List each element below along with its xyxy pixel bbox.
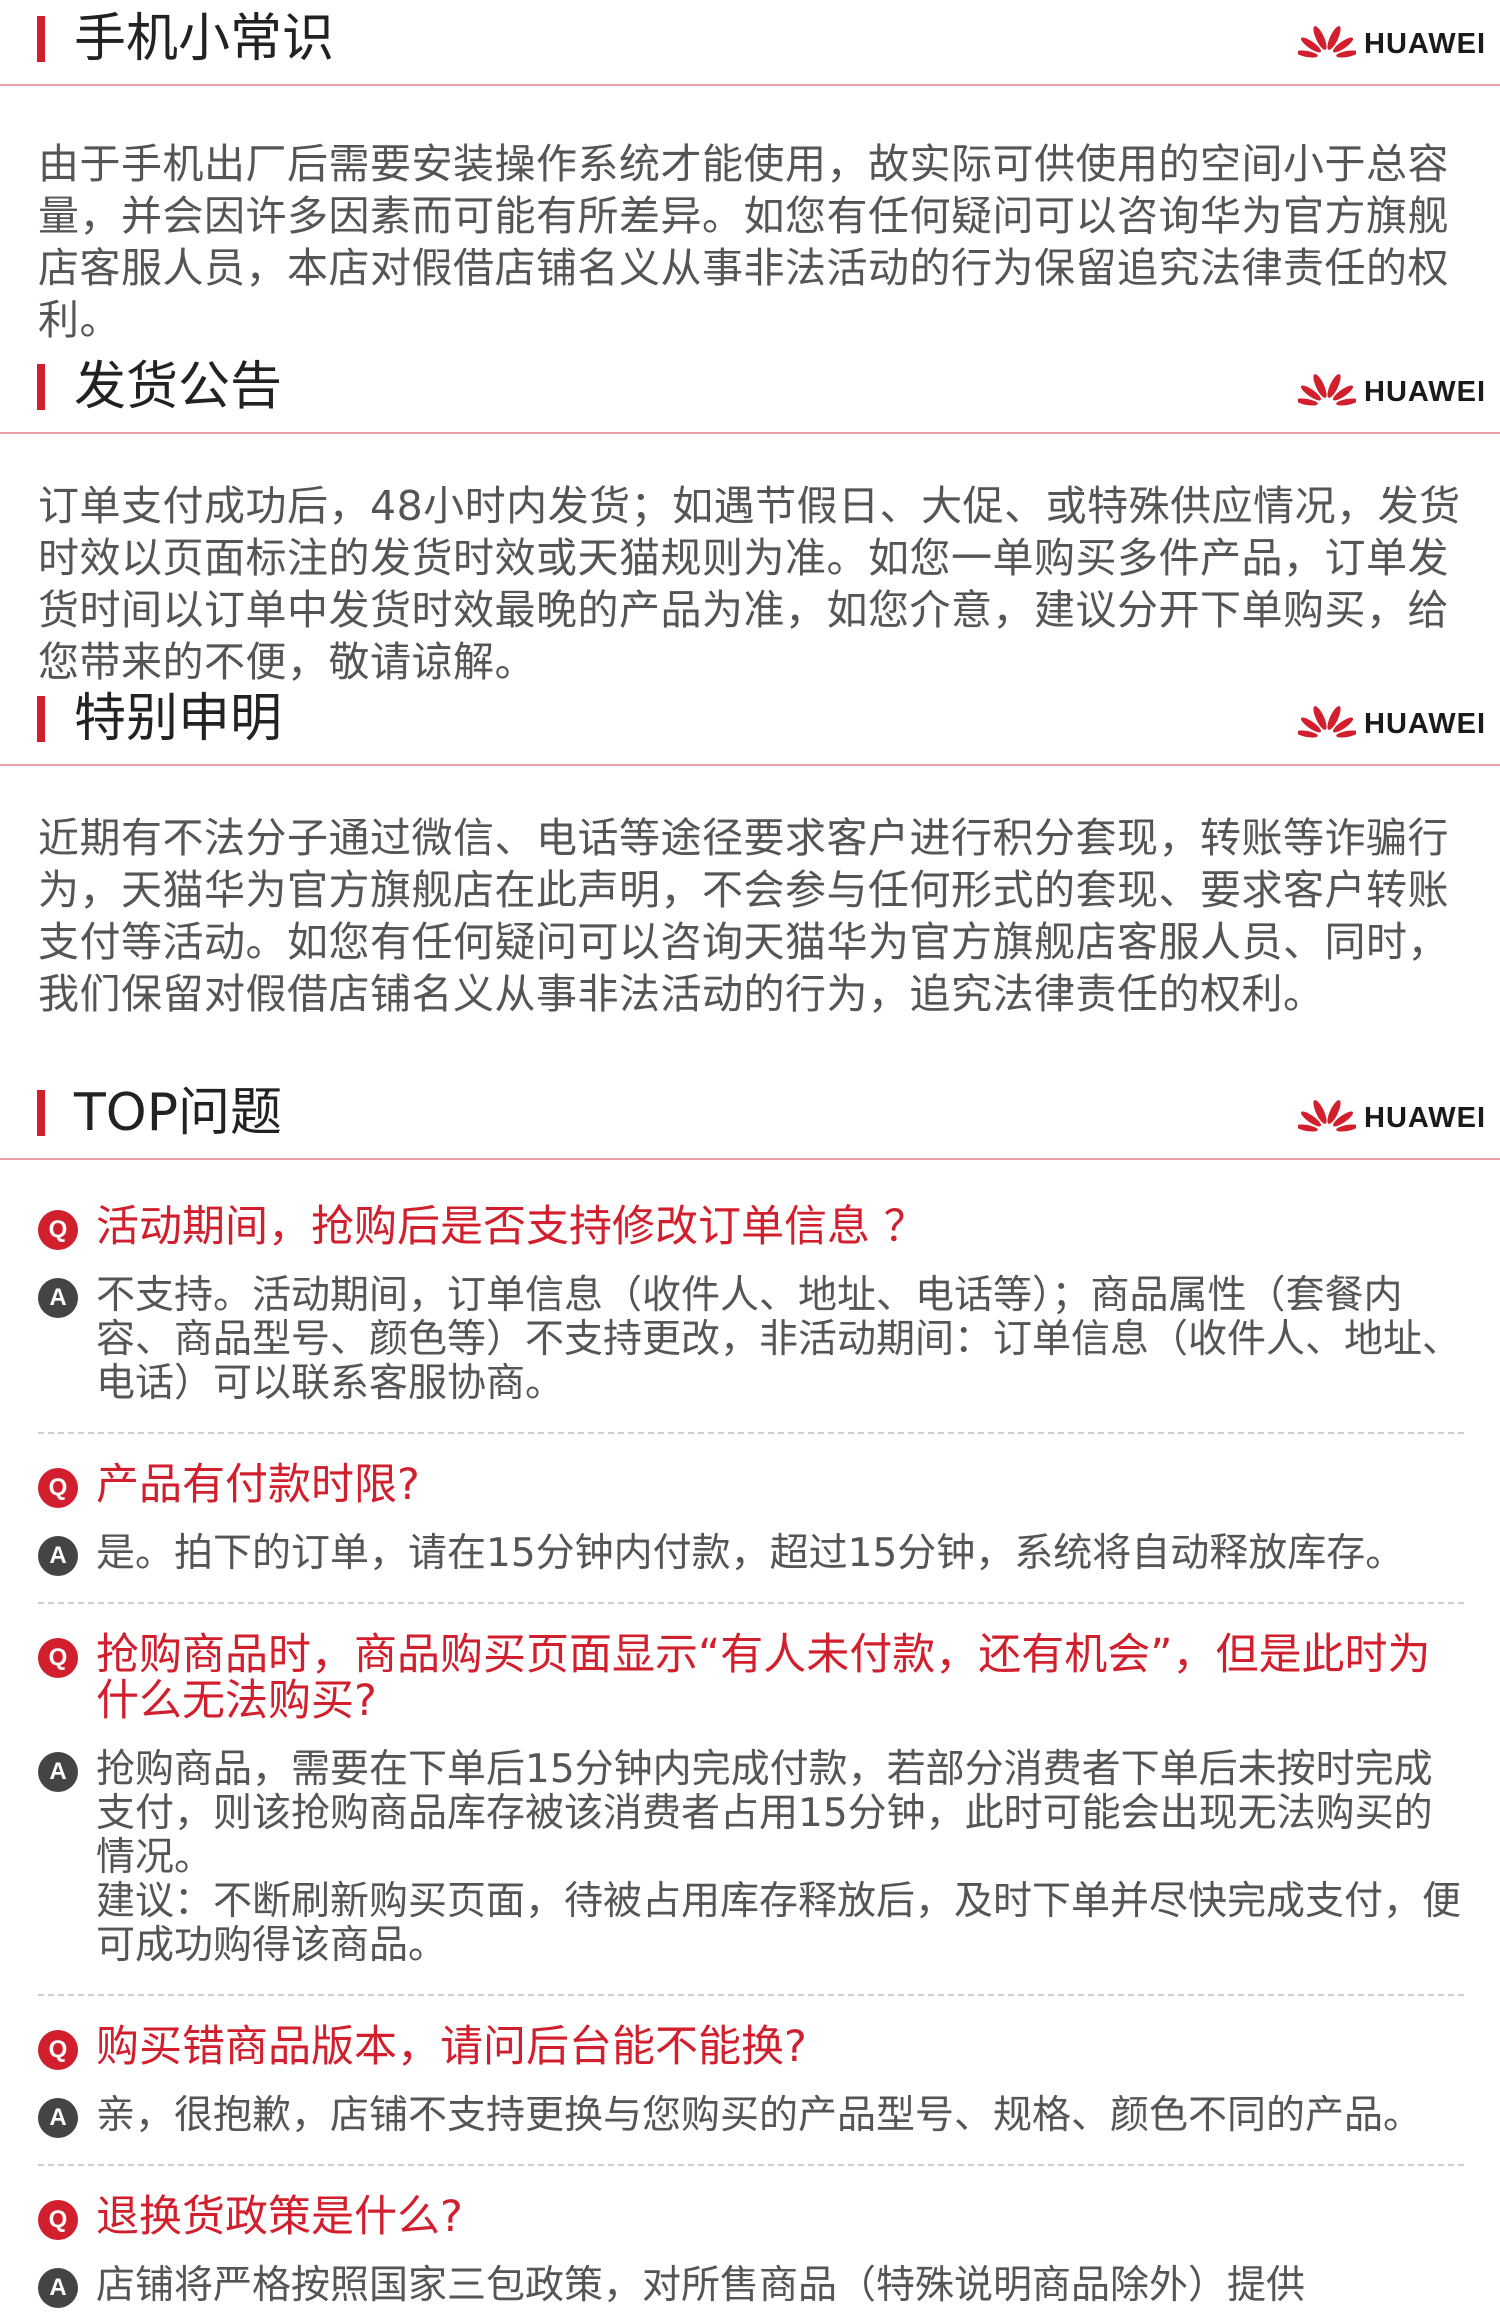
section-title: 手机小常识 xyxy=(74,9,335,69)
answer-text: 店铺将严格按照国家三包政策，对所售商品（特殊说明商品除外）提供 xyxy=(96,2264,1305,2308)
faq-list: Q 活动期间，抢购后是否支持修改订单信息 ？ A 不支持。活动期间，订单信息（收… xyxy=(0,1160,1500,2322)
huawei-brand: HUAWEI xyxy=(1298,1098,1486,1138)
huawei-brand: HUAWEI xyxy=(1298,704,1486,744)
answer-icon: A xyxy=(38,2268,78,2308)
huawei-logo-icon xyxy=(1298,374,1356,406)
section-body: 由于手机出厂后需要安装操作系统才能使用，故实际可供使用的空间小于总容量，并会因许… xyxy=(38,140,1449,344)
faq-question: Q 退换货政策是什么? xyxy=(38,2194,1464,2240)
question-icon: Q xyxy=(38,1638,78,1678)
section-body: 订单支付成功后，48小时内发货；如遇节假日、大促、或特殊供应情况，发货时效以页面… xyxy=(38,482,1461,686)
question-icon: Q xyxy=(38,2030,78,2070)
section-header-tips: 手机小常识 HUAWEI xyxy=(0,0,1500,86)
section-marker xyxy=(37,16,45,62)
section-title: 发货公告 xyxy=(74,357,283,417)
question-text: 购买错商品版本，请问后台能不能换? xyxy=(96,2022,807,2072)
answer-line: 店铺将严格按照国家三包政策，对所售商品（特殊说明商品除外）提供 xyxy=(96,2263,1306,2308)
answer-line: 亲，很抱歉，店铺不支持更换与您购买的产品型号、规格、颜色不同的产品。 xyxy=(96,2093,1423,2138)
faq-item: Q 抢购商品时，商品购买页面显示“有人未付款，还有机会”，但是此时为什么无法购买… xyxy=(38,1604,1464,1996)
section-header-shipping: 发货公告 HUAWEI xyxy=(0,348,1500,434)
huawei-brand: HUAWEI xyxy=(1298,24,1486,64)
answer-text: 不支持。活动期间，订单信息（收件人、地址、电话等）；商品属性（套餐内容、商品型号… xyxy=(96,1274,1464,1406)
brand-name: HUAWEI xyxy=(1364,27,1486,60)
section-body: 近期有不法分子通过微信、电话等途径要求客户进行积分套现，转账等诈骗行为，天猫华为… xyxy=(38,814,1449,1018)
faq-item: Q 活动期间，抢购后是否支持修改订单信息 ？ A 不支持。活动期间，订单信息（收… xyxy=(38,1160,1464,1434)
brand-name: HUAWEI xyxy=(1364,707,1486,740)
faq-item: Q 产品有付款时限? A 是。拍下的订单，请在15分钟内付款，超过15分钟，系统… xyxy=(38,1434,1464,1604)
brand-name: HUAWEI xyxy=(1364,1101,1486,1134)
section-header-statement: 特别申明 HUAWEI xyxy=(0,680,1500,766)
answer-text: 亲，很抱歉，店铺不支持更换与您购买的产品型号、规格、颜色不同的产品。 xyxy=(96,2094,1422,2138)
answer-text: 是。拍下的订单，请在15分钟内付款，超过15分钟，系统将自动释放库存。 xyxy=(96,1532,1404,1576)
question-text: 抢购商品时，商品购买页面显示“有人未付款，还有机会”，但是此时为什么无法购买? xyxy=(96,1630,1431,1726)
faq-item: Q 购买错商品版本，请问后台能不能换? A 亲，很抱歉，店铺不支持更换与您购买的… xyxy=(38,1996,1464,2166)
section-marker xyxy=(37,1090,45,1136)
answer-icon: A xyxy=(38,2098,78,2138)
section-marker xyxy=(37,364,45,410)
faq-question: Q 抢购商品时，商品购买页面显示“有人未付款，还有机会”，但是此时为什么无法购买… xyxy=(38,1632,1464,1724)
section-title: TOP问题 xyxy=(74,1083,283,1143)
page: 手机小常识 HUAWEI 由于手机出厂后需要安装操作系统才能使用，故实际可供使用… xyxy=(0,0,1500,2322)
answer-icon: A xyxy=(38,1752,78,1792)
question-text: 活动期间，抢购后是否支持修改订单信息 ？ xyxy=(96,1202,927,1252)
answer-line: 建议：不断刷新购买页面，待被占用库存释放后，及时下单并尽快完成支付，便可成功购得… xyxy=(96,1879,1462,1968)
faq-answer: A 抢购商品，需要在下单后15分钟内完成付款，若部分消费者下单后未按时完成支付，… xyxy=(38,1748,1464,1968)
answer-text: 抢购商品，需要在下单后15分钟内完成付款，若部分消费者下单后未按时完成支付，则该… xyxy=(96,1748,1464,1968)
section-title: 特别申明 xyxy=(74,689,283,749)
answer-line: 是。拍下的订单，请在15分钟内付款，超过15分钟，系统将自动释放库存。 xyxy=(96,1531,1405,1576)
answer-icon: A xyxy=(38,1278,78,1318)
huawei-logo-icon xyxy=(1298,26,1356,58)
faq-answer: A 店铺将严格按照国家三包政策，对所售商品（特殊说明商品除外）提供 xyxy=(38,2264,1464,2308)
faq-answer: A 是。拍下的订单，请在15分钟内付款，超过15分钟，系统将自动释放库存。 xyxy=(38,1532,1464,1576)
faq-question: Q 购买错商品版本，请问后台能不能换? xyxy=(38,2024,1464,2070)
answer-icon: A xyxy=(38,1536,78,1576)
question-icon: Q xyxy=(38,1468,78,1508)
brand-name: HUAWEI xyxy=(1364,375,1486,408)
question-text: 退换货政策是什么? xyxy=(96,2192,463,2242)
question-text: 产品有付款时限? xyxy=(96,1460,420,1510)
huawei-logo-icon xyxy=(1298,1100,1356,1132)
answer-line: 不支持。活动期间，订单信息（收件人、地址、电话等）；商品属性（套餐内容、商品型号… xyxy=(96,1273,1462,1406)
question-icon: Q xyxy=(38,1210,78,1250)
section-header-top-questions: TOP问题 HUAWEI xyxy=(0,1074,1500,1160)
faq-question: Q 活动期间，抢购后是否支持修改订单信息 ？ xyxy=(38,1204,1464,1250)
answer-line: 抢购商品，需要在下单后15分钟内完成付款，若部分消费者下单后未按时完成支付，则该… xyxy=(96,1747,1433,1880)
huawei-brand: HUAWEI xyxy=(1298,372,1486,412)
faq-answer: A 不支持。活动期间，订单信息（收件人、地址、电话等）；商品属性（套餐内容、商品… xyxy=(38,1274,1464,1406)
faq-question: Q 产品有付款时限? xyxy=(38,1462,1464,1508)
question-icon: Q xyxy=(38,2200,78,2240)
section-marker xyxy=(37,696,45,742)
faq-item: Q 退换货政策是什么? A 店铺将严格按照国家三包政策，对所售商品（特殊说明商品… xyxy=(38,2166,1464,2322)
faq-answer: A 亲，很抱歉，店铺不支持更换与您购买的产品型号、规格、颜色不同的产品。 xyxy=(38,2094,1464,2138)
huawei-logo-icon xyxy=(1298,706,1356,738)
